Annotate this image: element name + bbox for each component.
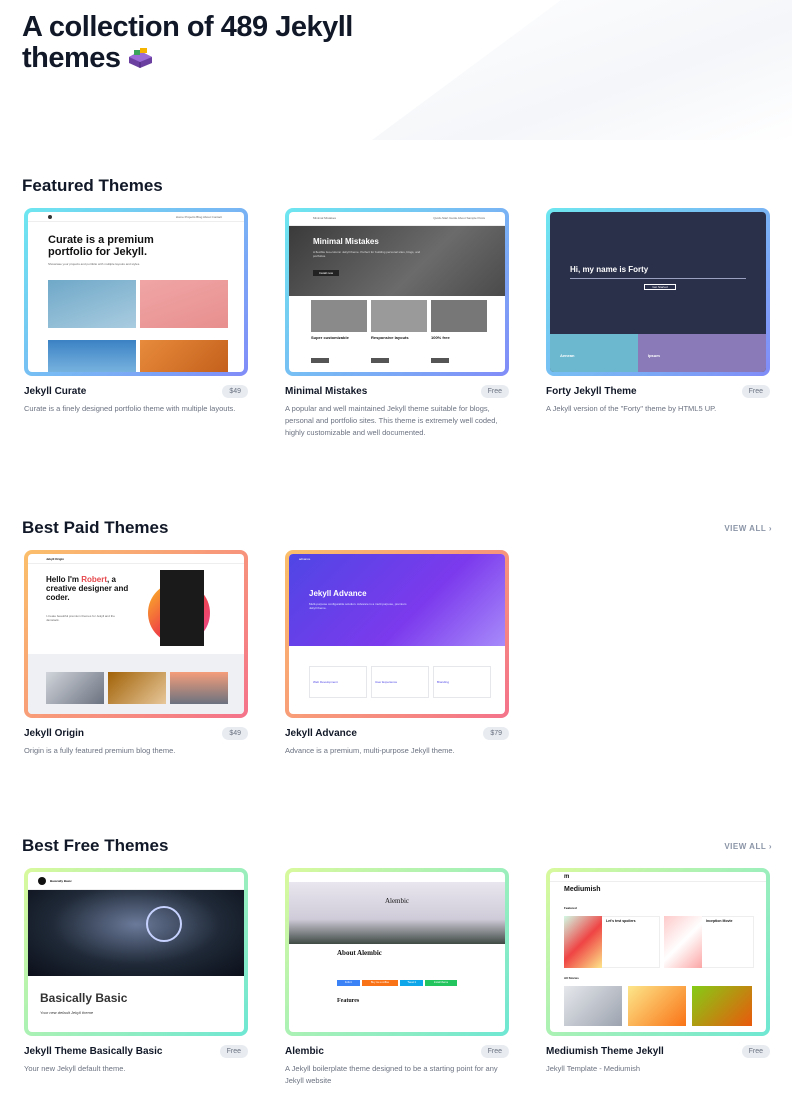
preview-tile: Ipsum	[648, 353, 660, 358]
theme-card-jekyll-curate[interactable]: Home Projects Blog About Contact Curate …	[24, 208, 248, 413]
theme-name[interactable]: Mediumish Theme Jekyll	[546, 1046, 664, 1057]
theme-description: A Jekyll version of the "Forty" theme by…	[546, 404, 717, 413]
preview-subtitle: A flexible two-column Jekyll theme. Perf…	[313, 250, 421, 258]
theme-card-forty[interactable]: Hi, my name is Forty Get Started Aenean …	[546, 208, 770, 413]
chevron-right-icon: ›	[768, 524, 772, 533]
toolbox-emoji-icon	[128, 48, 152, 68]
preview-feature: 100% free	[431, 335, 450, 340]
preview-service: Web Development	[313, 680, 338, 684]
view-all-paid-link[interactable]: VIEW ALL ›	[724, 524, 772, 533]
preview-all-stories-label: All Stories	[564, 976, 579, 980]
preview-headline: Hi, my name is Forty	[570, 265, 649, 274]
preview-headline: Jekyll Advance	[309, 589, 367, 598]
price-badge: $49	[222, 385, 248, 398]
theme-thumbnail[interactable]: Home Projects Blog About Contact Curate …	[24, 208, 248, 376]
theme-thumbnail[interactable]: advance Jekyll Advance Multi-purpose con…	[285, 550, 509, 718]
preview-headline: Curate is a premium portfolio for Jekyll…	[48, 234, 154, 259]
chevron-right-icon: ›	[768, 842, 772, 851]
preview-subtitle: Showcase your projects and portfolio wit…	[48, 262, 141, 266]
theme-description: A popular and well maintained Jekyll the…	[285, 404, 498, 437]
preview-features-heading: Features	[337, 998, 360, 1004]
theme-name[interactable]: Jekyll Advance	[285, 728, 357, 739]
preview-subtitle: I create beautiful premium themes for Je…	[46, 614, 115, 622]
preview-button: Install now	[313, 270, 339, 276]
theme-description: A Jekyll boilerplate theme designed to b…	[285, 1064, 498, 1085]
theme-thumbnail[interactable]: Jekyll Origin Hello I'm Robert, a creati…	[24, 550, 248, 718]
theme-thumbnail[interactable]: m Mediumish Featured Let's test spoilers…	[546, 868, 770, 1036]
theme-description: Curate is a finely designed portfolio th…	[24, 404, 236, 413]
preview-headline: Mediumish	[564, 886, 601, 893]
theme-thumbnail[interactable]: Minimal Mistakes Quick-Start Guide About …	[285, 208, 509, 376]
theme-card-alembic[interactable]: Alembic About Alembic Fork it Buy me a c…	[285, 868, 509, 1085]
price-badge: Free	[741, 385, 770, 398]
preview-subtitle: Multi-purpose configurable solution. Adv…	[309, 602, 407, 610]
price-badge: Free	[219, 1045, 248, 1058]
preview-headline: Alembic	[384, 897, 410, 905]
price-badge: Free	[741, 1045, 770, 1058]
theme-card-jekyll-advance[interactable]: advance Jekyll Advance Multi-purpose con…	[285, 550, 509, 755]
theme-card-jekyll-origin[interactable]: Jekyll Origin Hello I'm Robert, a creati…	[24, 550, 248, 755]
theme-card-mediumish[interactable]: m Mediumish Featured Let's test spoilers…	[546, 868, 770, 1073]
preview-about-heading: About Alembic	[337, 949, 382, 957]
theme-thumbnail[interactable]: Basically Basic Basically Basic Your new…	[24, 868, 248, 1036]
preview-post-title: Inception Movie	[706, 919, 733, 923]
theme-name[interactable]: Jekyll Curate	[24, 386, 86, 397]
theme-description: Your new Jekyll default theme.	[24, 1064, 126, 1073]
theme-thumbnail[interactable]: Hi, my name is Forty Get Started Aenean …	[546, 208, 770, 376]
preview-subtitle: Your new default Jekyll theme	[40, 1010, 94, 1015]
theme-description: Advance is a premium, multi-purpose Jeky…	[285, 746, 455, 755]
theme-name[interactable]: Jekyll Theme Basically Basic	[24, 1046, 162, 1057]
view-all-free-link[interactable]: VIEW ALL ›	[724, 842, 772, 851]
theme-card-minimal-mistakes[interactable]: Minimal Mistakes Quick-Start Guide About …	[285, 208, 509, 437]
theme-name[interactable]: Jekyll Origin	[24, 728, 84, 739]
theme-card-basically-basic[interactable]: Basically Basic Basically Basic Your new…	[24, 868, 248, 1073]
theme-name[interactable]: Minimal Mistakes	[285, 386, 367, 397]
price-badge: $79	[483, 727, 509, 740]
section-title-featured: Featured Themes	[22, 176, 163, 195]
preview-service: User Experience	[375, 680, 398, 684]
section-title-paid: Best Paid Themes	[22, 518, 169, 537]
page-title: A collection of 489 Jekyll themes	[22, 11, 353, 74]
preview-feature: Responsive layouts	[371, 335, 409, 340]
theme-description: Jekyll Template - Mediumish	[546, 1064, 641, 1073]
theme-description: Origin is a fully featured premium blog …	[24, 746, 176, 755]
preview-featured-label: Featured	[564, 906, 577, 910]
section-title-free: Best Free Themes	[22, 836, 169, 855]
preview-feature: Super customizable	[311, 335, 349, 340]
theme-thumbnail[interactable]: Alembic About Alembic Fork it Buy me a c…	[285, 868, 509, 1036]
price-badge: $49	[222, 727, 248, 740]
preview-service: Branding	[437, 680, 450, 684]
preview-headline: Minimal Mistakes	[313, 237, 379, 246]
preview-post-title: Let's test spoilers	[606, 919, 636, 923]
preview-headline: Hello I'm Robert, a creative designer an…	[46, 575, 129, 602]
preview-tile: Aenean	[560, 353, 575, 358]
theme-name[interactable]: Alembic	[285, 1046, 324, 1057]
price-badge: Free	[480, 385, 509, 398]
price-badge: Free	[480, 1045, 509, 1058]
theme-name[interactable]: Forty Jekyll Theme	[546, 386, 637, 397]
preview-headline: Basically Basic	[40, 991, 128, 1005]
preview-button: Get Started	[644, 284, 676, 290]
